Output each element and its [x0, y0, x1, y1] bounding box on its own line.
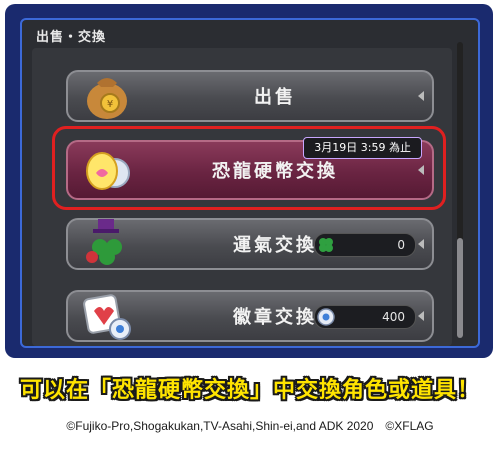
promo-caption: 可以在「恐龍硬幣交換」中交換角色或道具！: [19, 378, 480, 403]
badge-icon: [83, 294, 131, 340]
chevron-left-icon: [418, 165, 424, 175]
scrollbar-thumb[interactable]: [457, 238, 463, 338]
sell-button[interactable]: ¥ 出售: [66, 70, 434, 122]
panel-header: 出售・交換: [36, 30, 107, 45]
egg-coin-icon: [86, 152, 130, 190]
clover-icon: [319, 238, 333, 252]
chevron-left-icon: [418, 311, 424, 321]
dino-coin-exchange-label: 恐龍硬幣交換: [212, 161, 338, 182]
chevron-left-icon: [418, 91, 424, 101]
svg-text:¥: ¥: [107, 99, 113, 110]
clover-hat-icon: [86, 219, 122, 265]
medal-icon: [317, 308, 335, 326]
medal-count: 400: [382, 310, 405, 324]
medal-counter: 400: [314, 305, 416, 329]
luck-exchange-button[interactable]: 運氣交換 0: [66, 218, 434, 270]
clover-counter: 0: [314, 233, 416, 257]
money-bag-icon: ¥: [87, 78, 127, 119]
chevron-left-icon: [418, 239, 424, 249]
sell-button-label: 出售: [254, 87, 296, 108]
copyright-text: ©Fujiko-Pro,Shogakukan,TV-Asahi,Shin-ei,…: [66, 419, 434, 433]
dino-coin-exchange-button[interactable]: 3月19日 3:59 為止 恐龍硬幣交換: [66, 137, 434, 200]
badge-exchange-button[interactable]: 徽章交換 400: [66, 290, 434, 342]
clover-count: 0: [397, 238, 405, 252]
